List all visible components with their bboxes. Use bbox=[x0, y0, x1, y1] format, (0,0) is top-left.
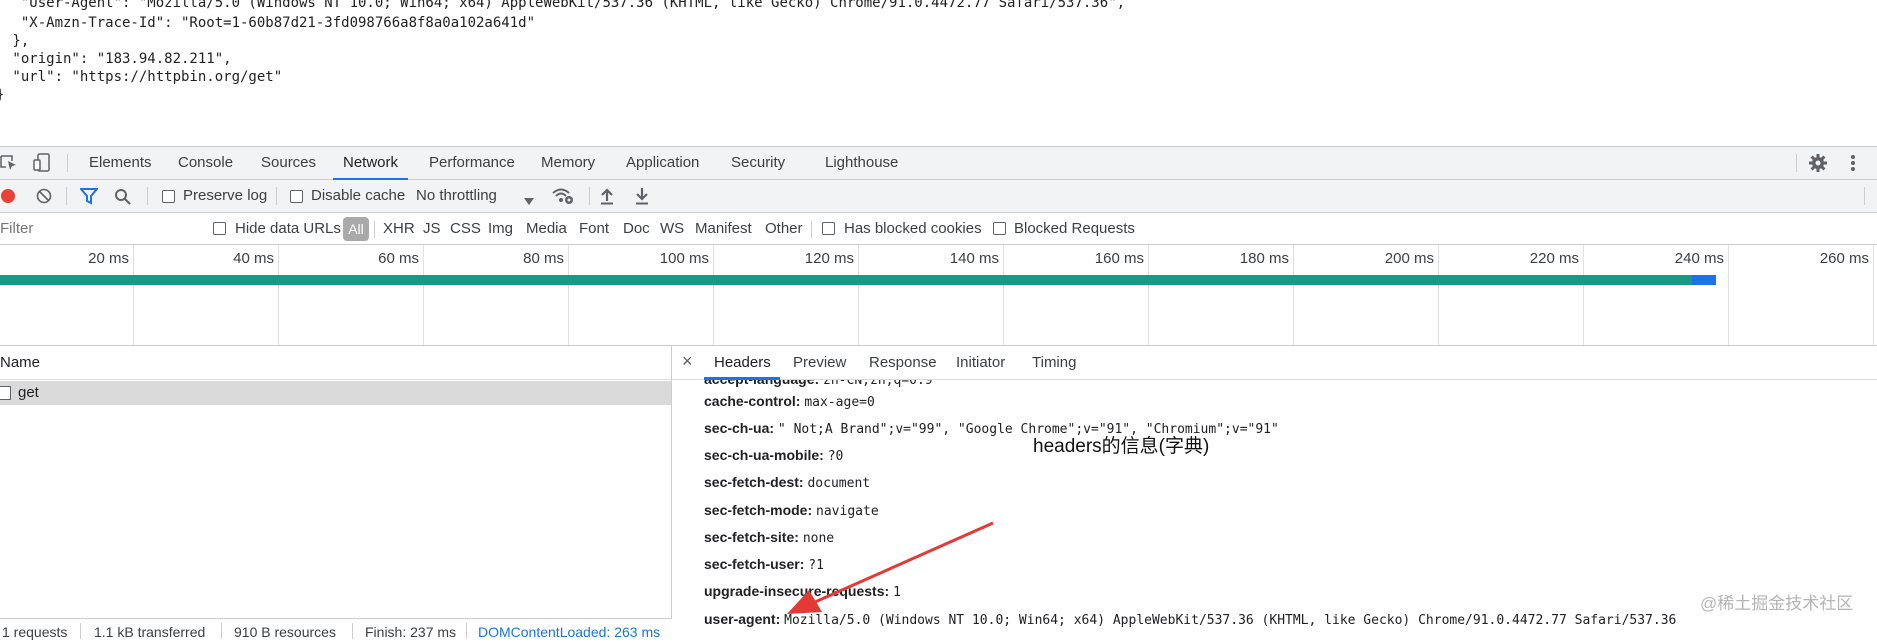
annotation-arrow-icon bbox=[787, 521, 994, 614]
